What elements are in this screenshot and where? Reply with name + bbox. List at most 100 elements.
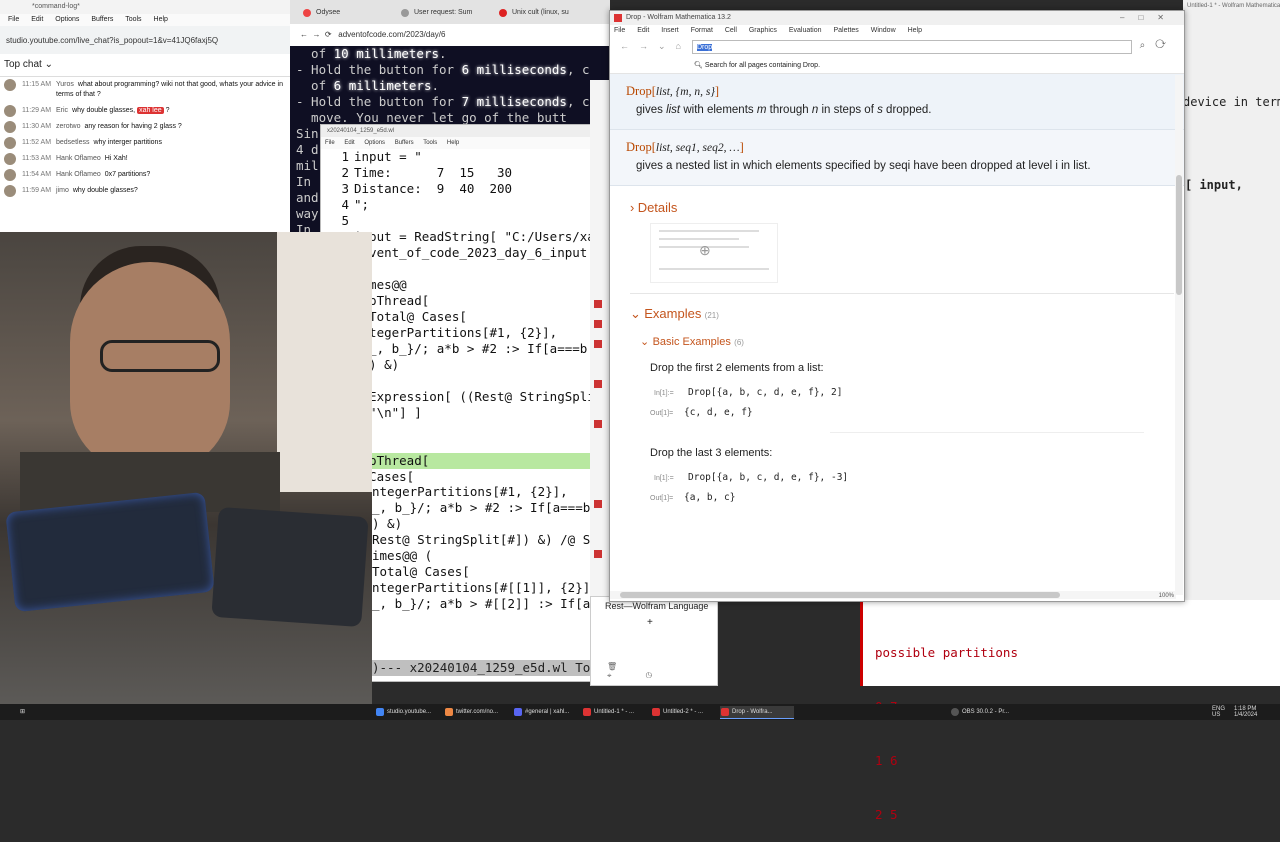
details-thumbnail[interactable]: ⊕: [650, 223, 778, 283]
menu-window[interactable]: Window: [871, 27, 896, 34]
code-line[interactable]: 5: [321, 213, 591, 229]
examples-label[interactable]: Examples: [644, 306, 701, 321]
avatar[interactable]: [4, 121, 16, 133]
line-text[interactable]: {a_, b_}/; a*b > #2 :> If[a===b: [354, 341, 587, 356]
start-button[interactable]: ⊞: [8, 706, 25, 718]
example-input[interactable]: In[1]:= Drop[{a, b, c, d, e, f}, -3]: [610, 459, 1184, 483]
code-line[interactable]: _, b_}/; a*b > #2 :> If[a===b: [372, 500, 590, 516]
taskbar-item[interactable]: Untitled-2 * - ...: [651, 706, 725, 718]
code-line[interactable]: _, b_}/; a*b > #[[2]] :> If[a: [372, 596, 590, 612]
menu-help[interactable]: Help: [908, 27, 922, 34]
code-line[interactable]: ntegerPartitions[#1, {2}],: [372, 484, 590, 500]
line-text[interactable]: IntegerPartitions[#1, {2}],: [354, 325, 557, 340]
menu-insert[interactable]: Insert: [661, 27, 679, 34]
avatar[interactable]: [4, 169, 16, 181]
menu-evaluation[interactable]: Evaluation: [789, 27, 822, 34]
menu-buffers[interactable]: Buffers: [91, 16, 113, 23]
menu-file[interactable]: File: [325, 140, 335, 146]
search-icon[interactable]: ⌕: [1140, 40, 1156, 51]
example-input[interactable]: In[1]:= Drop[{a, b, c, d, e, f}, 2]: [610, 374, 1184, 398]
input-code[interactable]: Drop[{a, b, c, d, e, f}, -3]: [688, 472, 848, 483]
bookmark-icon[interactable]: ⌖: [607, 671, 646, 680]
window-controls[interactable]: –□✕: [1120, 11, 1178, 25]
menu-cell[interactable]: Cell: [725, 27, 737, 34]
line-text[interactable]: input = ": [354, 149, 422, 164]
menu-tools[interactable]: Tools: [423, 140, 437, 146]
details-label[interactable]: Details: [638, 200, 678, 215]
line-text[interactable]: ToExpression[ ((Rest@ StringSpli: [354, 389, 591, 404]
taskbar-item[interactable]: Untitled-1 * - ...: [582, 706, 656, 718]
doc-item-icon[interactable]: [594, 500, 602, 508]
menu-file[interactable]: File: [614, 27, 625, 34]
details-section[interactable]: › Details: [610, 186, 1184, 215]
code-line[interactable]: imes@@ (: [372, 548, 590, 564]
message-author[interactable]: zerotwo: [56, 123, 81, 130]
menu-options[interactable]: Options: [55, 16, 79, 23]
clock[interactable]: 1:18 PM 1/4/2024: [1222, 706, 1274, 718]
line-text[interactable]: input = ReadString[ "C:/Users/xa: [354, 229, 591, 244]
taskbar-item[interactable]: OBS 30.0.2 - Pr...: [950, 706, 1024, 718]
avatar[interactable]: [4, 153, 16, 165]
doc-item-icon[interactable]: [594, 300, 602, 308]
avatar[interactable]: [4, 185, 16, 197]
back-icon[interactable]: ←: [300, 30, 308, 39]
code-line[interactable]: 4 ";: [321, 197, 591, 213]
tab-odysee[interactable]: Odysee: [300, 4, 406, 22]
home-icon[interactable]: ⌂: [676, 41, 691, 51]
input-code[interactable]: Drop[{a, b, c, d, e, f}, 2]: [688, 387, 842, 398]
scroll-thumb[interactable]: [1176, 175, 1182, 295]
doc-item-icon[interactable]: [594, 550, 602, 558]
message-author[interactable]: Hank Oflameo: [56, 155, 101, 162]
back-icon[interactable]: ←: [620, 41, 639, 51]
menu-file[interactable]: File: [8, 16, 19, 23]
menu-edit[interactable]: Edit: [344, 140, 354, 146]
chevron-down-icon[interactable]: ⌄: [658, 41, 676, 51]
menu-palettes[interactable]: Palettes: [833, 27, 858, 34]
history-icon[interactable]: ◷: [646, 671, 686, 680]
search-all-link[interactable]: 🔍︎ Search for all pages containing Drop.: [610, 59, 1184, 74]
reload-icon[interactable]: ⟳: [325, 30, 332, 39]
doc-item-icon[interactable]: [594, 340, 602, 348]
code-line[interactable]: ) &): [372, 516, 590, 532]
plus-icon[interactable]: +: [591, 611, 717, 628]
menu-help[interactable]: Help: [154, 16, 168, 23]
message-author[interactable]: Eric: [56, 107, 68, 114]
scroll-thumb[interactable]: [620, 592, 1060, 598]
search-all-text[interactable]: Search for all pages containing Drop.: [705, 62, 820, 69]
message-author[interactable]: jimo: [56, 187, 69, 194]
taskbar-item[interactable]: studio.youtube...: [375, 706, 449, 718]
forward-icon[interactable]: →: [639, 41, 658, 51]
code-editor-lower[interactable]: ntegerPartitions[#1, {2}], _, b_}/; a*b >…: [372, 484, 590, 660]
taskbar-item-active[interactable]: Drop - Wolfra...: [720, 706, 794, 719]
message-author[interactable]: Yuros: [56, 81, 74, 88]
message-author[interactable]: Hank Oflameo: [56, 171, 101, 178]
menu-help[interactable]: Help: [447, 140, 459, 146]
code-line[interactable]: 3 Distance: 9 40 200: [321, 181, 591, 197]
message-author[interactable]: bedsetless: [56, 139, 89, 146]
reload-icon[interactable]: ⟳: [1155, 40, 1176, 51]
address-text[interactable]: adventofcode.com/2023/day/6: [338, 30, 445, 39]
code-line[interactable]: Rest@ StringSplit[#]) &) /@ S: [372, 532, 590, 548]
address-bar[interactable]: ← → ⟳ adventofcode.com/2023/day/6: [290, 24, 610, 47]
doc-item-icon[interactable]: [594, 420, 602, 428]
avatar[interactable]: [4, 79, 16, 91]
vertical-scrollbar[interactable]: [1175, 75, 1183, 595]
code-line[interactable]: ntegerPartitions[#[[1]], {2}],: [372, 580, 590, 596]
zoom-level[interactable]: 100%: [1159, 593, 1174, 599]
menu-tools[interactable]: Tools: [125, 16, 141, 23]
horizontal-scrollbar[interactable]: [610, 591, 1176, 599]
menu-format[interactable]: Format: [691, 27, 713, 34]
code-line[interactable]: 1 input = ": [321, 149, 591, 165]
line-text[interactable]: advent_of_code_2023_day_6_input: [354, 245, 587, 260]
examples-section[interactable]: ⌄ Examples (21): [610, 294, 1184, 322]
basic-examples-label[interactable]: Basic Examples: [653, 336, 731, 348]
line-text[interactable]: Time: 7 15 30: [354, 165, 512, 180]
usage-function[interactable]: Drop: [626, 84, 652, 98]
doc-item-icon[interactable]: [594, 380, 602, 388]
line-text[interactable]: ";: [354, 197, 369, 212]
menu-options[interactable]: Options: [364, 140, 385, 146]
taskbar-item[interactable]: twitter.com/no...: [444, 706, 518, 718]
avatar[interactable]: [4, 137, 16, 149]
chat-url[interactable]: studio.youtube.com/live_chat?is_popout=1…: [0, 26, 290, 54]
code-line[interactable]: Total@ Cases[: [372, 564, 590, 580]
